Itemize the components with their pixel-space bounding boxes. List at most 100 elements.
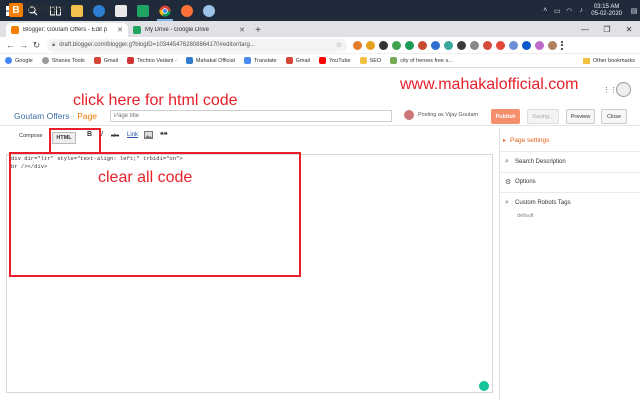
close-tab-icon[interactable]: ✕: [117, 26, 123, 34]
clock-time: 03:15 AM: [593, 3, 620, 10]
link-button[interactable]: Link: [127, 132, 138, 138]
avatar[interactable]: [616, 82, 631, 97]
sheets-icon[interactable]: [132, 0, 154, 21]
maximize-icon[interactable]: ❐: [596, 21, 618, 37]
drive-favicon-icon: [133, 26, 141, 34]
extensions-area: [353, 40, 568, 50]
back-icon[interactable]: ←: [4, 40, 17, 50]
profile-avatar-icon[interactable]: [548, 40, 557, 50]
bookmark-other[interactable]: Other bookmarks: [582, 57, 635, 64]
extension-icon[interactable]: [457, 40, 466, 50]
divider: [499, 151, 640, 152]
custom-robots-label: Custom Robots Tags: [515, 200, 571, 206]
options-item[interactable]: ⚙ Options: [505, 178, 536, 186]
grammarly-icon[interactable]: [479, 381, 489, 391]
extension-icon[interactable]: [522, 40, 531, 50]
extension-icon[interactable]: [470, 40, 479, 50]
notification-icon[interactable]: ▤: [628, 7, 640, 15]
firefox-icon[interactable]: [176, 0, 198, 21]
taskbar-clock[interactable]: 03:15 AM 05-02-2020: [591, 4, 622, 18]
bookmark-youtube[interactable]: YouTube: [318, 57, 351, 64]
image-icon[interactable]: [144, 131, 153, 141]
search-description-label: Search Description: [515, 159, 566, 165]
bookmark-shanes-tools[interactable]: Shanes Tools: [41, 57, 85, 64]
blogger-logo-icon[interactable]: B: [9, 3, 23, 17]
globe-icon: [390, 57, 398, 64]
save-button[interactable]: Saving...: [527, 109, 559, 124]
page-settings-heading[interactable]: ▸ Page settings: [503, 137, 549, 144]
extension-icon[interactable]: [392, 40, 401, 50]
reload-icon[interactable]: ↻: [30, 40, 43, 51]
bookmark-label: Shanes Tools: [51, 57, 85, 64]
menu-kebab-icon[interactable]: [561, 40, 564, 50]
posting-as: Posting as Vijay Goutam: [404, 110, 478, 120]
custom-robots-item[interactable]: ⌕ Custom Robots Tags: [505, 199, 571, 207]
annotation-clear-code: clear all code: [98, 169, 193, 186]
chevron-up-icon[interactable]: ˄: [539, 7, 551, 14]
extension-icon[interactable]: [496, 40, 505, 50]
browser-tabstrip: Blogger: Goutam Offers - Edit p ✕ My Dri…: [0, 21, 640, 37]
file-explorer-icon[interactable]: [66, 0, 88, 21]
page-title-input[interactable]: [110, 110, 392, 122]
blog-title[interactable]: Goutam Offers: [14, 111, 70, 121]
youtube-icon: [318, 57, 326, 64]
extension-icon[interactable]: [405, 40, 414, 50]
bookmark-translate[interactable]: Translate: [243, 57, 277, 64]
quote-button[interactable]: ❝❝: [160, 131, 168, 139]
bookmark-google[interactable]: Google: [5, 57, 33, 64]
forward-icon[interactable]: →: [17, 40, 30, 50]
extension-icon[interactable]: [379, 40, 388, 50]
tab-compose[interactable]: Compose: [19, 133, 43, 139]
bookmark-star-icon[interactable]: ☆: [336, 41, 342, 49]
bookmark-techno-vedant[interactable]: Techno Vedant -: [127, 57, 177, 64]
tab-blogger[interactable]: Blogger: Goutam Offers - Edit p ✕: [6, 23, 128, 37]
extension-icon[interactable]: [444, 40, 453, 50]
preview-button[interactable]: Preview: [566, 109, 595, 124]
strikethrough-button[interactable]: abc: [111, 133, 119, 139]
globe-icon: [41, 57, 49, 64]
extension-icon[interactable]: [483, 40, 492, 50]
posting-as-label: Posting as Vijay Goutam: [418, 112, 479, 118]
store-icon[interactable]: [110, 0, 132, 21]
extension-icon[interactable]: [366, 40, 375, 50]
gear-icon: ⚙: [505, 179, 512, 186]
extension-icon[interactable]: [353, 40, 362, 50]
apps-grid-icon[interactable]: ⋮⋮: [603, 86, 617, 94]
publish-button[interactable]: Publish: [491, 109, 520, 124]
bookmark-gmail-2[interactable]: Gmail: [285, 57, 310, 64]
breadcrumb: Goutam Offers · Page: [14, 111, 97, 121]
extension-icon[interactable]: [535, 40, 544, 50]
breadcrumb-separator: ·: [71, 111, 75, 121]
italic-button[interactable]: I: [101, 131, 103, 138]
bookmark-city-of-heroes[interactable]: city of heroes free s...: [390, 57, 453, 64]
options-label: Options: [515, 179, 536, 185]
minimize-icon[interactable]: —: [574, 21, 596, 37]
gmail-icon: [93, 57, 101, 64]
blog-icon: [185, 57, 193, 64]
volume-icon[interactable]: ♪: [575, 7, 587, 14]
extension-icon[interactable]: [509, 40, 518, 50]
close-tab-icon[interactable]: ✕: [239, 26, 245, 34]
search-description-item[interactable]: ⌕ Search Description: [505, 158, 566, 166]
folder-icon: [582, 57, 590, 64]
battery-icon[interactable]: ▭: [551, 7, 563, 15]
close-window-icon[interactable]: ✕: [618, 21, 640, 37]
highlight-html-tab: [49, 128, 101, 155]
bookmark-mahakal-official[interactable]: Mahakal Official: [185, 57, 235, 64]
wifi-icon[interactable]: ◠: [563, 7, 575, 15]
edge-icon[interactable]: [88, 0, 110, 21]
extension-icon[interactable]: [418, 40, 427, 50]
robots-value: default: [517, 213, 534, 219]
tab-google-drive[interactable]: My Drive - Google Drive ✕: [128, 23, 250, 37]
paint-icon[interactable]: [198, 0, 220, 21]
bookmark-gmail[interactable]: Gmail: [93, 57, 118, 64]
bookmark-seo[interactable]: SEO: [359, 57, 381, 64]
chevron-right-icon: ▸: [503, 138, 507, 144]
close-button[interactable]: Close: [601, 109, 627, 124]
address-bar[interactable]: 🔒︎ draft.blogger.com/blogger.g?blogID=10…: [47, 38, 347, 52]
chrome-icon[interactable]: [154, 0, 176, 21]
new-tab-button[interactable]: +: [250, 23, 266, 37]
extension-icon[interactable]: [431, 40, 440, 50]
watermark-text: www.mahakalofficial.com: [400, 76, 579, 93]
google-icon: [5, 57, 12, 64]
